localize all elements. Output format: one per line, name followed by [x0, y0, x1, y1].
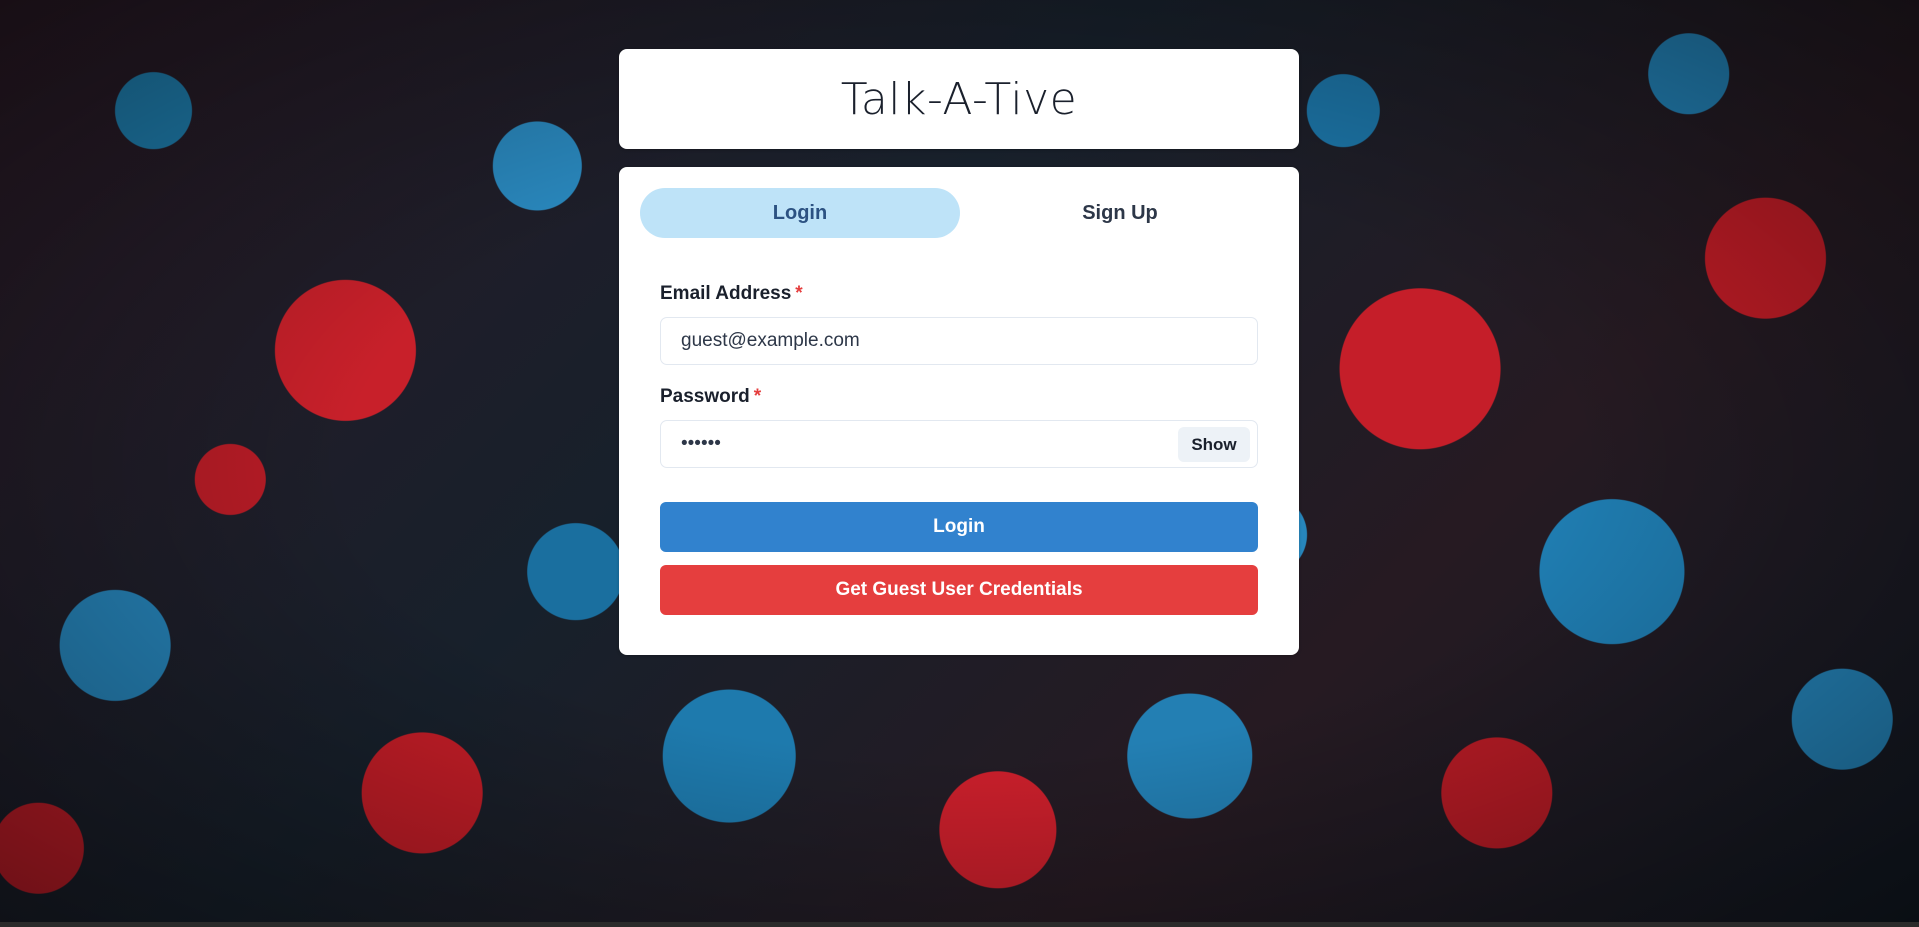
- app-title: Talk-A-Tive: [840, 73, 1078, 125]
- auth-tabs: Login Sign Up: [640, 188, 1280, 238]
- show-password-button[interactable]: Show: [1178, 427, 1250, 462]
- app-title-card: Talk-A-Tive: [619, 49, 1299, 149]
- password-field[interactable]: [661, 421, 1257, 467]
- email-label-text: Email Address: [660, 283, 792, 304]
- password-label-text: Password: [660, 386, 750, 407]
- login-button[interactable]: Login: [660, 502, 1258, 552]
- required-mark: *: [795, 283, 803, 304]
- required-mark: *: [753, 386, 762, 407]
- email-field-wrapper: [660, 317, 1258, 365]
- email-field[interactable]: [661, 318, 1257, 364]
- password-label: Password *: [660, 386, 761, 408]
- tab-login[interactable]: Login: [640, 188, 960, 238]
- email-label: Email Address *: [660, 283, 803, 305]
- auth-form-card: Login Sign Up Email Address* Password* S…: [619, 167, 1299, 655]
- tab-sign-up[interactable]: Sign Up: [960, 188, 1280, 238]
- password-field-wrapper: Show: [660, 420, 1258, 468]
- window-bottom-edge: [0, 922, 1919, 927]
- guest-credentials-button[interactable]: Get Guest User Credentials: [660, 565, 1258, 615]
